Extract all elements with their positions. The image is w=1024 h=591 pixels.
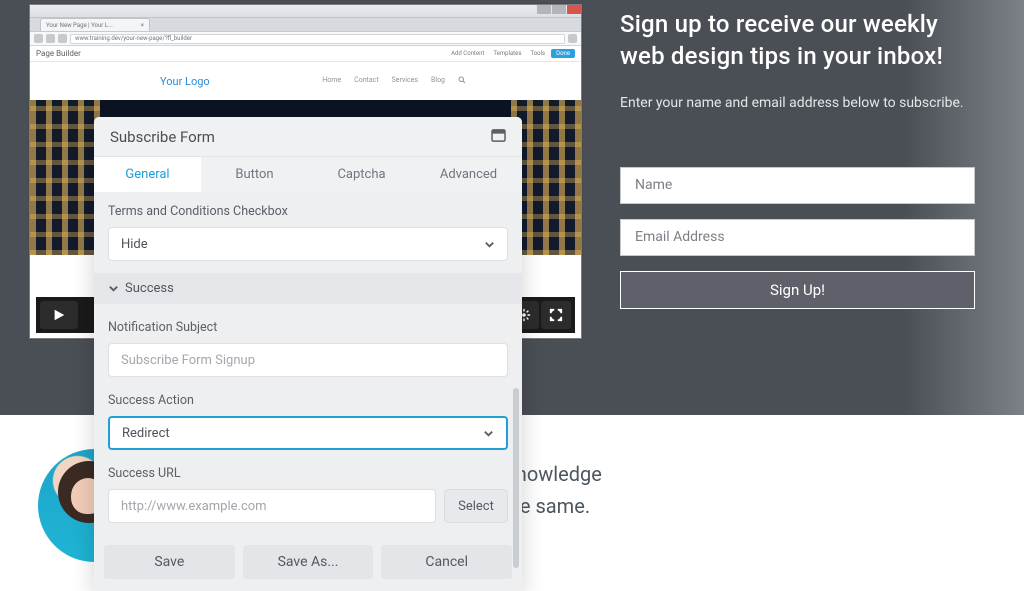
success-section-header[interactable]: Success <box>94 273 522 304</box>
site-logo: Your Logo <box>160 75 210 88</box>
success-action-label: Success Action <box>108 393 508 408</box>
success-url-input[interactable]: http://www.example.com <box>108 489 436 523</box>
tab-button[interactable]: Button <box>201 157 308 192</box>
save-as-button[interactable]: Save As... <box>243 545 374 579</box>
subscribe-form-panel: Subscribe Form General Button Captcha Ad… <box>94 117 522 591</box>
nav-services[interactable]: Services <box>392 76 418 86</box>
expand-icon[interactable] <box>491 127 506 146</box>
hero-subtext: Enter your name and email address below … <box>620 95 982 111</box>
panel-scrollbar[interactable] <box>513 388 519 568</box>
toolbar-add-content[interactable]: Add Content <box>448 49 487 58</box>
chevron-down-icon <box>108 283 119 294</box>
success-action-value: Redirect <box>122 426 170 441</box>
forward-icon[interactable] <box>46 34 55 43</box>
window-maximize-button[interactable] <box>552 5 566 14</box>
hero-heading: Sign up to receive our weekly web design… <box>620 8 982 73</box>
terms-label: Terms and Conditions Checkbox <box>108 204 508 219</box>
browser-tab-title: Your New Page | Your L... <box>46 22 113 29</box>
address-bar[interactable]: www.training.dev/your-new-page/?fl_build… <box>70 34 565 44</box>
window-close-button[interactable] <box>567 5 581 14</box>
tab-close-icon[interactable]: × <box>141 22 144 29</box>
fullscreen-icon[interactable] <box>541 301 571 329</box>
email-input[interactable]: Email Address <box>620 219 975 256</box>
panel-title: Subscribe Form <box>110 128 215 146</box>
terms-select[interactable]: Hide <box>108 227 508 261</box>
nav-home[interactable]: Home <box>322 76 341 86</box>
success-section-title: Success <box>125 281 174 296</box>
signup-button[interactable]: Sign Up! <box>620 271 975 309</box>
browser-tab[interactable]: Your New Page | Your L... × <box>40 18 150 31</box>
tab-captcha[interactable]: Captcha <box>308 157 415 192</box>
notification-subject-input[interactable]: Subscribe Form Signup <box>108 343 508 377</box>
save-button[interactable]: Save <box>104 545 235 579</box>
play-button[interactable] <box>40 301 78 329</box>
success-url-label: Success URL <box>108 466 508 481</box>
success-action-select[interactable]: Redirect <box>108 416 508 450</box>
notification-subject-label: Notification Subject <box>108 320 508 335</box>
reload-icon[interactable] <box>58 34 67 43</box>
menu-icon[interactable] <box>568 34 577 43</box>
terms-value: Hide <box>121 237 148 252</box>
toolbar-done[interactable]: Done <box>551 49 575 58</box>
name-input[interactable]: Name <box>620 167 975 204</box>
window-minimize-button[interactable] <box>537 5 551 14</box>
tab-advanced[interactable]: Advanced <box>415 157 522 192</box>
select-url-button[interactable]: Select <box>444 489 508 523</box>
toolbar-templates[interactable]: Templates <box>490 49 524 58</box>
chevron-down-icon <box>483 428 494 439</box>
toolbar-tools[interactable]: Tools <box>527 49 548 58</box>
window-titlebar <box>30 5 581 18</box>
search-icon[interactable] <box>458 76 466 86</box>
nav-blog[interactable]: Blog <box>431 76 445 86</box>
chevron-down-icon <box>484 239 495 250</box>
cancel-button[interactable]: Cancel <box>381 545 512 579</box>
page-builder-title: Page Builder <box>36 49 81 58</box>
nav-contact[interactable]: Contact <box>354 76 378 86</box>
tab-general[interactable]: General <box>94 157 201 192</box>
back-icon[interactable] <box>34 34 43 43</box>
